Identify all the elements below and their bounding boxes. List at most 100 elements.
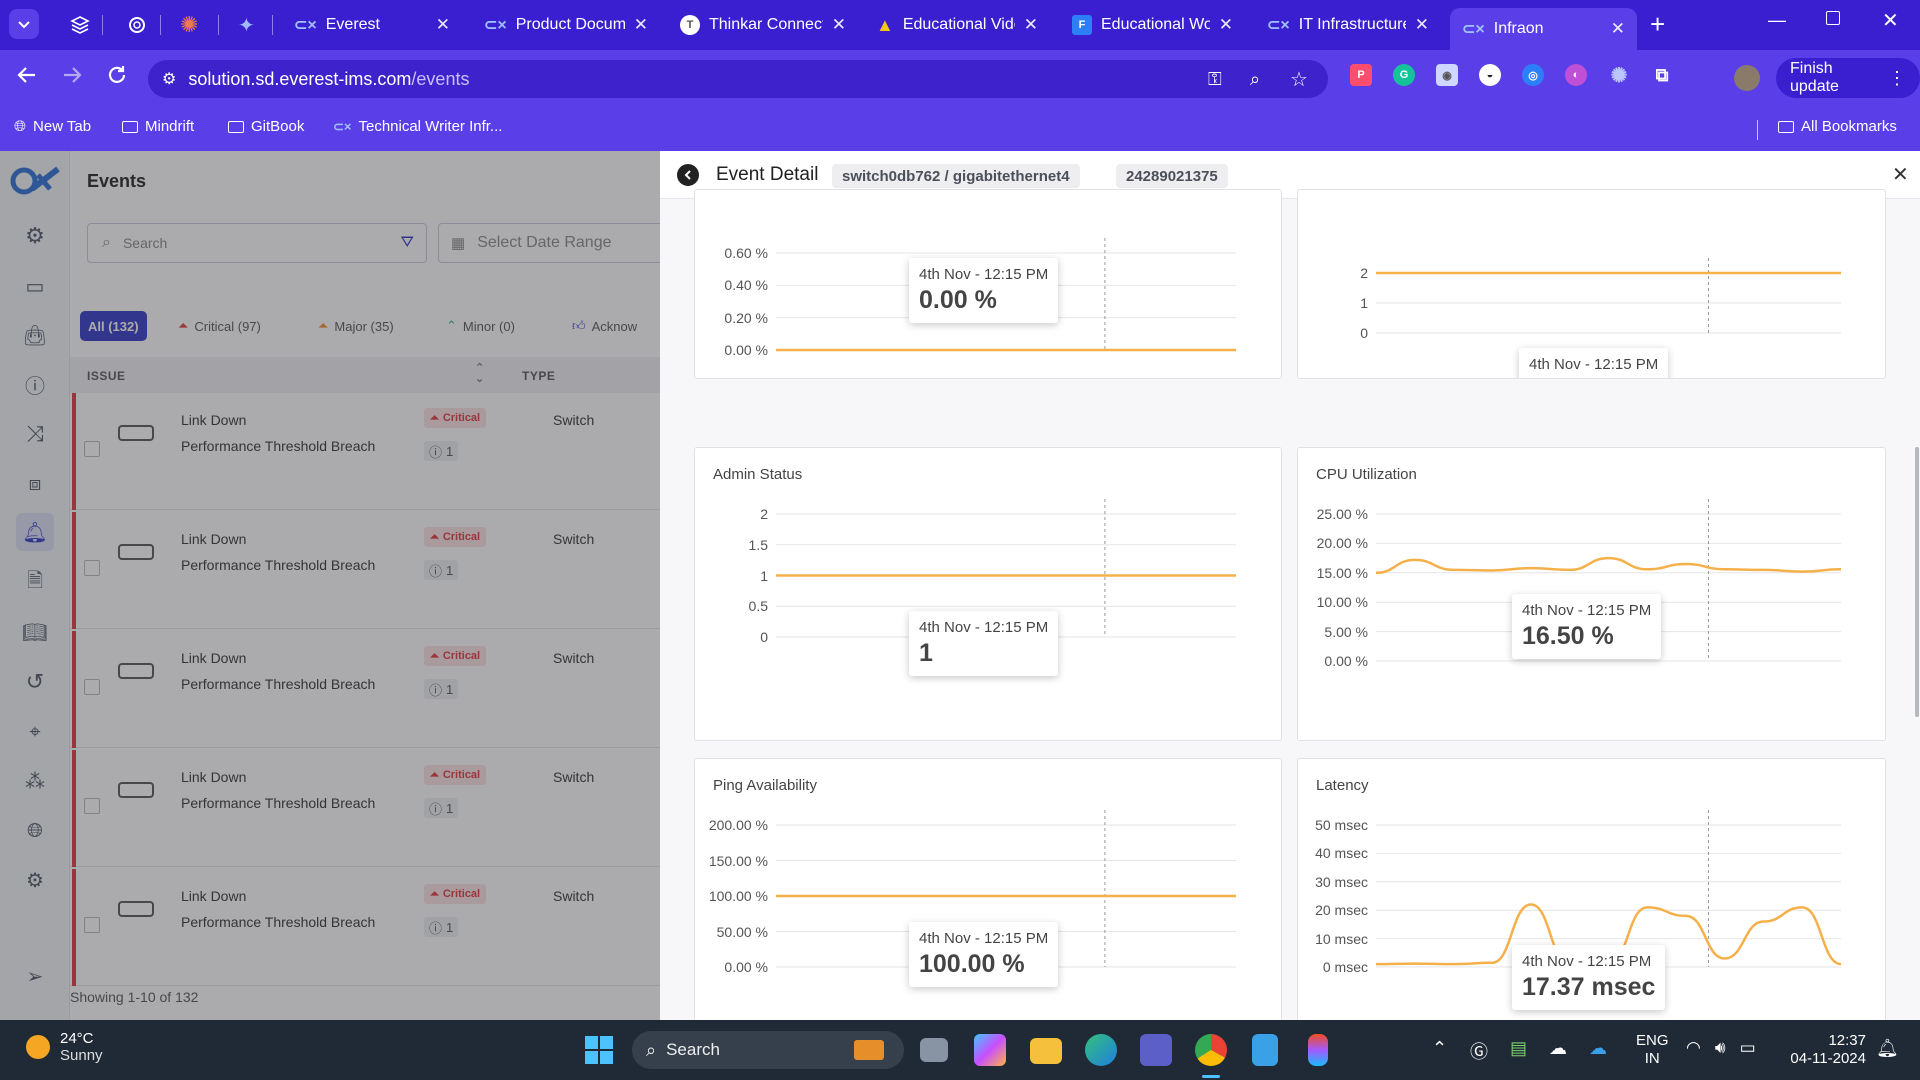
gemini-icon: ✦ [238, 14, 255, 37]
weather-widget[interactable]: 24°C Sunny [26, 1030, 103, 1064]
cloud-icon[interactable]: ☁ [1549, 1038, 1567, 1064]
back-button[interactable] [16, 64, 38, 91]
layers-icon [70, 16, 90, 34]
close-detail-button[interactable]: ✕ [1892, 162, 1909, 187]
tooltip-value: 0.00 % [919, 286, 997, 314]
tab-educational-video[interactable]: ▲ Educational Vide ✕ [864, 7, 1050, 43]
extension-gear-icon[interactable]: ✺ [1608, 64, 1630, 87]
notepad-icon[interactable] [1252, 1034, 1278, 1066]
tab-title: Product Docume [515, 16, 625, 33]
forward-button[interactable] [61, 64, 83, 91]
tab-everest[interactable]: ⊂× Everest ✕ [282, 7, 462, 43]
grammarly-icon[interactable]: G [1393, 64, 1415, 86]
folder-icon [228, 120, 244, 133]
tab-thinkar-connect[interactable]: T Thinkar Connect ✕ [668, 7, 858, 43]
copilot-icon[interactable] [974, 1034, 1006, 1066]
bookmark-mindrift[interactable]: Mindrift [122, 118, 194, 135]
password-key-icon[interactable]: ⚿ [1208, 69, 1222, 90]
tab-close-icon[interactable]: ✕ [1219, 15, 1233, 35]
line-chart[interactable] [695, 448, 1282, 741]
profile-avatar[interactable] [1734, 65, 1760, 91]
camera-icon[interactable]: ◉ [1436, 64, 1458, 86]
tab-close-icon[interactable]: ✕ [832, 15, 846, 35]
chart-card-c2: 2 1 0 4th Nov - 12:15 PM 2 [1297, 189, 1886, 379]
bookmark-gitbook[interactable]: GitBook [228, 118, 304, 135]
bookmark-new-tab[interactable]: 🌐︎ New Tab [14, 118, 91, 135]
search-highlight-icon [854, 1040, 884, 1060]
back-button[interactable] [677, 164, 699, 186]
address-bar[interactable]: ⚙ solution.sd.everest-ims.com/events ⚿ ⌕… [148, 60, 1328, 98]
onedrive-icon[interactable]: ☁ [1589, 1038, 1607, 1064]
extension-blue-icon[interactable]: ◎ [1522, 64, 1544, 86]
bookmarks-divider [1757, 120, 1758, 140]
tab-title: Infraon [1493, 20, 1544, 37]
minimize-button[interactable]: — [1768, 10, 1786, 31]
notification-bell-icon[interactable]: 🔔︎ [1876, 1038, 1899, 1059]
extension-red-icon[interactable]: P [1350, 64, 1372, 86]
language-indicator[interactable]: ENG IN [1636, 1032, 1669, 1068]
bookmark-label: GitBook [251, 118, 305, 135]
tab-pinned-2[interactable] [117, 7, 157, 43]
y-tick-label: 20 msec [1315, 902, 1368, 919]
modal-backdrop[interactable] [0, 151, 660, 1020]
window-close-button[interactable]: ✕ [1882, 8, 1899, 33]
system-status-icons[interactable]: ◠ 🔊︎ ▭ [1686, 1038, 1756, 1058]
all-bookmarks[interactable]: All Bookmarks [1778, 118, 1897, 135]
scrollbar-thumb[interactable] [1915, 447, 1919, 717]
start-button[interactable] [585, 1036, 613, 1064]
y-tick-label: 0.00 % [724, 342, 768, 358]
reload-button[interactable] [106, 64, 128, 91]
task-view-icon[interactable] [920, 1038, 948, 1062]
extension-purple-icon[interactable]: ◐ [1565, 64, 1587, 86]
new-tab-button[interactable]: + [1650, 10, 1665, 38]
infraon-icon: ⊂× [1267, 17, 1290, 34]
tab-search-button[interactable] [9, 9, 39, 39]
grammarly-tray-icon[interactable]: Ⓖ [1470, 1038, 1488, 1064]
tab-title: IT Infrastructure [1298, 16, 1406, 33]
y-tick-label: 1 [760, 567, 768, 584]
tab-close-icon[interactable]: ✕ [436, 15, 450, 35]
tab-pinned-3[interactable]: ✺ [170, 7, 210, 43]
puzzle-icon[interactable]: ⧉ [1651, 64, 1673, 86]
wifi-icon: ◠ [1686, 1038, 1701, 1057]
bookmark-technical-writer[interactable]: ⊂× Technical Writer Infr... [333, 118, 502, 135]
tab-close-icon[interactable]: ✕ [1024, 15, 1038, 35]
tab-close-icon[interactable]: ✕ [634, 15, 648, 35]
tab-close-icon[interactable]: ✕ [1415, 15, 1429, 35]
site-settings-icon[interactable]: ⚙ [162, 69, 176, 89]
line-chart[interactable] [695, 759, 1282, 1054]
tab-pinned-1[interactable] [60, 7, 100, 43]
clock-date: 04-11-2024 [1790, 1050, 1866, 1067]
teams-icon[interactable] [1140, 1034, 1172, 1066]
restore-button[interactable] [1826, 11, 1840, 25]
y-tick-label: 150.00 % [708, 852, 768, 869]
finish-update-button[interactable]: Finish update ⋮ [1776, 58, 1920, 98]
taskbar-search[interactable]: ⌕ Search [632, 1031, 904, 1069]
tab-close-icon[interactable]: ✕ [1611, 19, 1625, 39]
tab-it-infrastructure[interactable]: ⊂× IT Infrastructure ✕ [1255, 7, 1441, 43]
file-explorer-icon[interactable] [1030, 1038, 1062, 1064]
tab-infraon-active[interactable]: ⊂× Infraon ✕ [1450, 8, 1637, 50]
url-host: solution.sd.everest-ims.com [188, 68, 412, 89]
tab-educational-wo[interactable]: F Educational Wo ✕ [1060, 7, 1245, 43]
tooltip-value: 2 [1529, 376, 1658, 378]
extension-disk-icon[interactable]: ◒ [1479, 64, 1501, 86]
device-interface-chip: switch0db762 / gigabitethernet4 [832, 164, 1080, 188]
tab-title: Everest [325, 16, 380, 33]
terminal-tray-icon[interactable]: ▤ [1510, 1038, 1527, 1064]
chrome-icon[interactable] [1195, 1034, 1227, 1066]
search-icon: ⌕ [646, 1039, 657, 1060]
y-tick-label: 0 msec [1322, 959, 1368, 975]
tab-separator [218, 15, 219, 35]
clock[interactable]: 12:37 04-11-2024 [1780, 1032, 1866, 1068]
edge-icon[interactable] [1085, 1034, 1117, 1066]
tab-pinned-4[interactable]: ✦ [228, 7, 268, 43]
bookmark-star-icon[interactable]: ☆ [1290, 67, 1308, 92]
bookmark-label: Mindrift [145, 118, 195, 135]
arrow-right-icon [64, 67, 82, 83]
y-tick-label: 0.5 [748, 598, 768, 615]
tray-chevron-icon[interactable]: ⌃ [1432, 1038, 1447, 1059]
tab-product-docume[interactable]: ⊂× Product Docume ✕ [472, 7, 660, 43]
figma-icon[interactable] [1308, 1034, 1328, 1066]
zoom-icon[interactable]: ⌕ [1250, 69, 1260, 90]
